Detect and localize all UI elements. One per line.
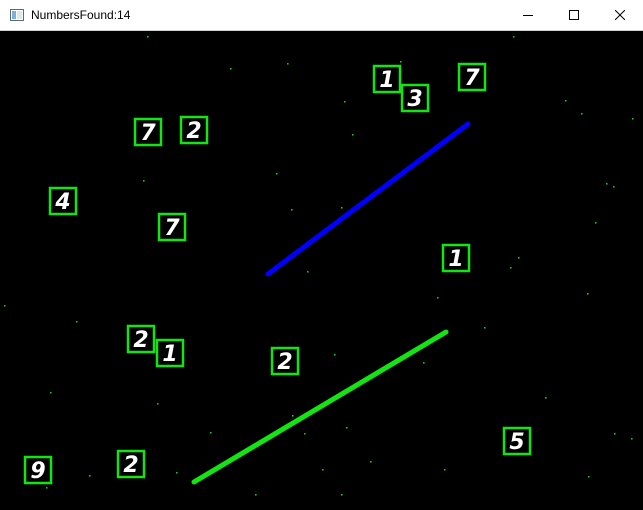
noise-dot: [346, 427, 348, 429]
blue-line: [265, 121, 471, 277]
noise-dot: [352, 134, 354, 136]
noise-dot: [334, 354, 336, 356]
close-icon: [615, 10, 625, 20]
noise-dot: [210, 432, 212, 434]
noise-dot: [147, 36, 149, 38]
noise-dot: [341, 494, 343, 496]
digit-detection: 7: [457, 62, 487, 92]
detection-scene: 1377 247121 29 25: [4, 36, 634, 496]
noise-dot: [595, 222, 597, 224]
detected-digit: 2: [186, 119, 201, 144]
app-icon: [10, 9, 24, 21]
green-line: [191, 329, 449, 485]
noise-dot: [276, 173, 278, 175]
noise-dot: [423, 362, 425, 364]
digit-detection: 3: [400, 83, 430, 113]
noise-dot: [513, 36, 515, 38]
digit-detection: 4: [48, 186, 78, 216]
noise-dot: [614, 433, 616, 435]
digit-detection: 9: [23, 455, 53, 485]
noise-dot: [341, 207, 343, 209]
maximize-button[interactable]: [551, 0, 597, 30]
noise-dot: [587, 293, 589, 295]
noise-dot: [444, 469, 446, 471]
noise-dot: [437, 297, 439, 299]
noise-dot: [50, 392, 52, 394]
noise-dot: [143, 180, 145, 182]
noise-dot: [176, 472, 178, 474]
title-bar[interactable]: NumbersFound:14: [0, 0, 643, 31]
noise-dot: [613, 186, 615, 188]
noise-dot: [518, 257, 520, 259]
digit-detection: 7: [157, 212, 187, 242]
noise-dot: [588, 476, 590, 478]
detected-digit: 7: [164, 216, 180, 241]
noise-dot: [292, 415, 294, 417]
detected-digit: 7: [140, 121, 156, 146]
digit-detection: 2: [179, 115, 209, 145]
noise-dot: [606, 183, 608, 185]
noise-dot: [157, 403, 159, 405]
noise-dot: [255, 494, 257, 496]
minimize-icon: [523, 15, 533, 16]
noise-dot: [484, 327, 486, 329]
detected-digit: 2: [277, 350, 292, 375]
close-button[interactable]: [597, 0, 643, 30]
detected-digit: 4: [54, 190, 70, 215]
noise-dot: [291, 209, 293, 211]
maximize-icon: [569, 10, 579, 20]
detected-digit: 7: [464, 66, 480, 91]
detected-digit: 2: [133, 328, 148, 353]
detected-digit: 1: [162, 342, 177, 367]
noise-dot: [545, 397, 547, 399]
noise-dot: [89, 475, 91, 477]
noise-dot: [581, 113, 583, 115]
digit-detection: 2: [116, 449, 146, 479]
digit-detection: 2: [270, 346, 300, 376]
noise-dot: [76, 321, 78, 323]
noise-dot: [631, 438, 633, 440]
digit-detection: 1: [155, 338, 185, 368]
digit-detection: 1: [441, 243, 471, 273]
window-title: NumbersFound:14: [31, 8, 131, 22]
detected-digit: 1: [379, 68, 394, 93]
noise-dot: [400, 61, 402, 63]
detected-digit: 2: [123, 453, 138, 478]
noise-dot: [565, 100, 567, 102]
digit-detection: 2: [126, 324, 156, 354]
noise-dot: [322, 469, 324, 471]
detected-digit: 5: [509, 430, 524, 455]
digit-detection: 5: [502, 426, 532, 456]
detected-digit: 9: [30, 459, 45, 484]
noise-dot: [307, 271, 309, 273]
detected-digit: 1: [448, 247, 463, 272]
detection-canvas: 13772471212925: [0, 31, 643, 510]
noise-dot: [304, 433, 306, 435]
noise-dot: [4, 305, 6, 307]
noise-dot: [46, 487, 48, 489]
digit-detection: 1: [372, 64, 402, 94]
noise-dot: [632, 118, 634, 120]
minimize-button[interactable]: [505, 0, 551, 30]
noise-dot: [230, 68, 232, 70]
noise-dot: [287, 63, 289, 65]
digit-detection: 7: [133, 117, 163, 147]
noise-dot: [344, 101, 346, 103]
detected-digit: 3: [407, 87, 422, 112]
noise-dot: [370, 461, 372, 463]
noise-dot: [510, 267, 512, 269]
